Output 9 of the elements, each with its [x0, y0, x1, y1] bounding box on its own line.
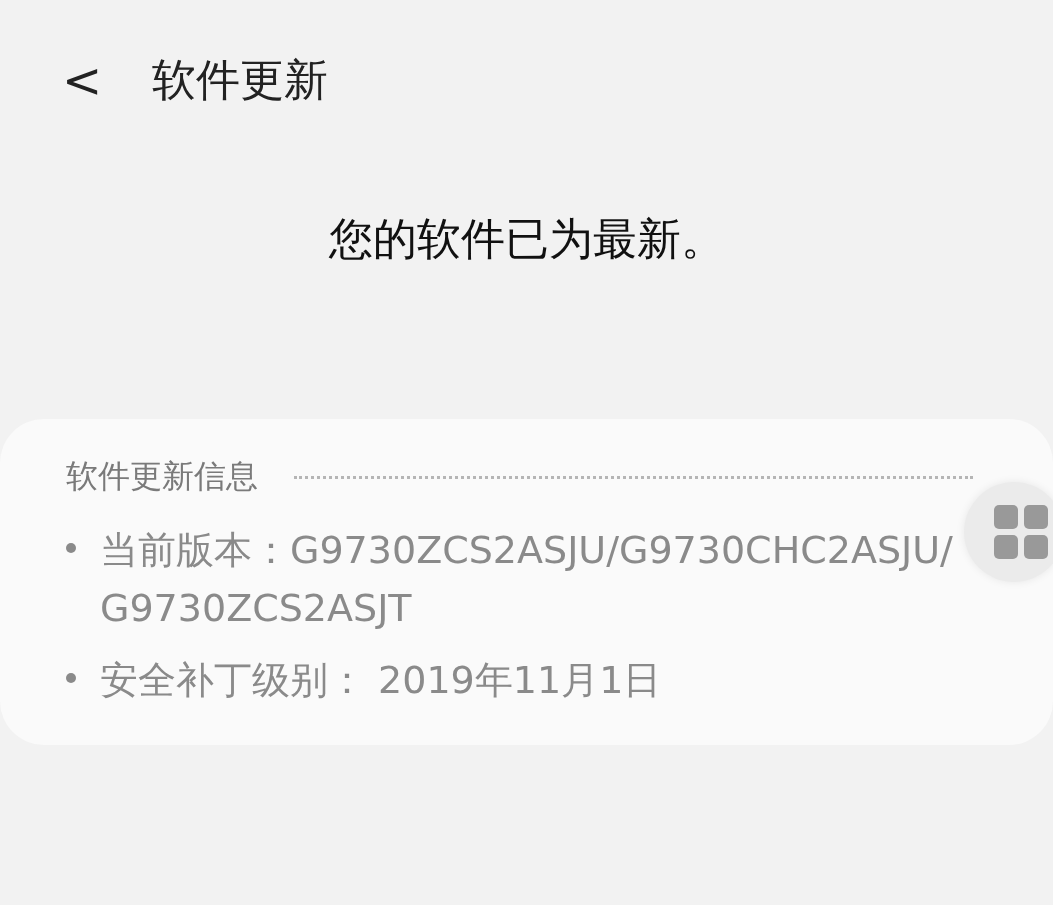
bullet-icon [66, 543, 76, 553]
page-title: 软件更新 [152, 52, 329, 107]
status-message: 您的软件已为最新。 [327, 212, 726, 266]
info-text: 当前版本：G9730ZCS2ASJU/G9730CHC2ASJU/G9730ZCS2ASJT [100, 527, 954, 632]
info-text: 安全补丁级别： 2019年11月1日 [100, 657, 662, 704]
card-title: 软件更新信息 [66, 456, 258, 497]
grid-icon [994, 505, 1048, 559]
bullet-icon [66, 673, 76, 683]
back-button[interactable]: < [52, 52, 113, 108]
